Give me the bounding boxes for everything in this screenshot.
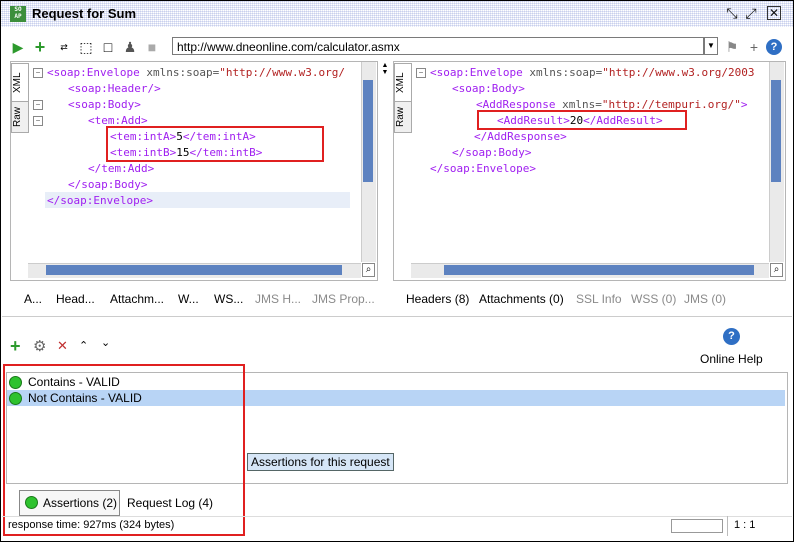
highlight-box: [477, 110, 687, 130]
endpoint-url-input[interactable]: http://www.dneonline.com/calculator.asmx: [172, 37, 704, 55]
run-icon[interactable]: ▶: [10, 39, 26, 55]
response-tab-attachments[interactable]: Attachments (0): [479, 292, 564, 306]
request-tab-wsa[interactable]: W...: [178, 292, 199, 306]
url-dropdown-icon[interactable]: ▼: [704, 37, 718, 55]
request-tab-jms-props[interactable]: JMS Prop...: [312, 292, 375, 306]
request-tab-jms-headers[interactable]: JMS H...: [255, 292, 301, 306]
response-tab-xml[interactable]: XML: [394, 63, 412, 103]
request-editor: [10, 61, 378, 281]
window-title: Request for Sum: [32, 6, 137, 21]
request-code-line: <soap:Envelope xmlns:soap="http://www.w3…: [47, 66, 346, 79]
soap-logo: SO AP: [10, 6, 26, 22]
move-up-icon[interactable]: ⌃: [79, 339, 88, 352]
user-icon[interactable]: ♟: [122, 39, 138, 55]
split-arrows-icon[interactable]: ▲ ▼: [381, 62, 389, 76]
tooltip: Assertions for this request: [247, 453, 394, 471]
move-down-icon[interactable]: ⌄: [101, 336, 110, 349]
request-tab-wss[interactable]: WS...: [214, 292, 243, 306]
response-time: response time: 927ms (324 bytes): [8, 519, 175, 531]
progress-bar: [671, 519, 723, 533]
highlight-box: [106, 126, 324, 162]
scroll-thumb[interactable]: [363, 80, 373, 182]
response-code-line: </soap:Envelope>: [430, 162, 536, 175]
request-code-line: <soap:Header/>: [68, 82, 161, 95]
response-code-line: </soap:Body>: [452, 146, 532, 159]
request-tab-xml[interactable]: XML: [11, 63, 29, 103]
delete-icon[interactable]: ✕: [57, 338, 68, 354]
response-code-line: <soap:Envelope xmlns:soap="http://www.w3…: [430, 66, 755, 79]
stop-icon[interactable]: □: [100, 39, 116, 55]
online-help-icon[interactable]: ?: [723, 328, 740, 345]
scroll-thumb[interactable]: [46, 265, 342, 275]
splitter[interactable]: [2, 316, 792, 317]
online-help-label[interactable]: Online Help: [700, 352, 763, 366]
highlight-box: [3, 364, 245, 536]
response-tab-jms[interactable]: JMS (0): [684, 292, 726, 306]
add-endpoint-icon[interactable]: +: [746, 39, 762, 55]
fold-toggle[interactable]: −: [33, 68, 43, 78]
fold-toggle[interactable]: −: [33, 100, 43, 110]
fold-toggle[interactable]: −: [416, 68, 426, 78]
response-tab-wss[interactable]: WSS (0): [631, 292, 676, 306]
response-code-line: <soap:Body>: [452, 82, 525, 95]
request-code-line: <soap:Body>: [68, 98, 141, 111]
add-icon[interactable]: +: [32, 38, 48, 56]
request-tab-auth[interactable]: A...: [24, 292, 42, 306]
disabled-square-icon: ■: [147, 39, 157, 55]
request-code-line: </tem:Add>: [88, 162, 155, 175]
request-code-line: </soap:Body>: [68, 178, 148, 191]
scroll-thumb[interactable]: [771, 80, 781, 182]
response-tab-ssl[interactable]: SSL Info: [576, 292, 622, 306]
status-separator: [727, 516, 728, 536]
gear-icon[interactable]: ⚙: [33, 337, 46, 355]
format-icon[interactable]: ⇄: [56, 39, 72, 55]
request-code-line: </soap:Envelope>: [47, 194, 153, 207]
add-assertion-icon[interactable]: +: [10, 336, 21, 357]
edit-endpoint-icon[interactable]: ⚑: [724, 39, 740, 55]
minimize-icon[interactable]: ⤡: [725, 6, 739, 20]
logo-text: SO AP: [14, 6, 22, 20]
zoom-icon[interactable]: ⌕: [770, 263, 783, 277]
maximize-icon[interactable]: ⤢: [744, 6, 758, 20]
response-tab-raw[interactable]: Raw: [394, 101, 412, 133]
cursor-position: 1 : 1: [734, 519, 756, 531]
help-icon[interactable]: ?: [766, 39, 782, 55]
response-code-line: </AddResponse>: [474, 130, 567, 143]
close-icon[interactable]: ✕: [767, 6, 781, 20]
response-tab-headers[interactable]: Headers (8): [406, 292, 469, 306]
fold-toggle[interactable]: −: [33, 116, 43, 126]
request-tab-attachments[interactable]: Attachm...: [110, 292, 164, 306]
request-tab-headers[interactable]: Head...: [56, 292, 95, 306]
scroll-thumb[interactable]: [444, 265, 754, 275]
request-tab-raw[interactable]: Raw: [11, 101, 29, 133]
status-divider: [2, 516, 792, 517]
endpoint-icon[interactable]: ⬚: [78, 39, 94, 55]
zoom-icon[interactable]: ⌕: [362, 263, 375, 277]
